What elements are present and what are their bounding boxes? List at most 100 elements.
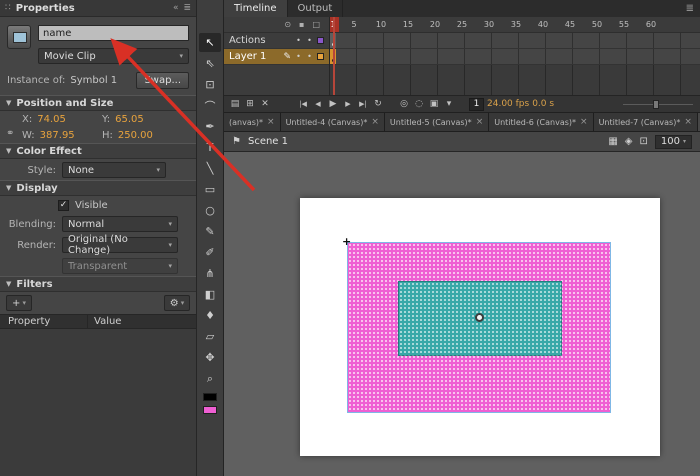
stroke-color-swatch[interactable] (203, 393, 217, 401)
properties-panel-titlebar[interactable]: ∷ Properties « ≣ (0, 0, 196, 17)
step-back-button[interactable]: ◀ (312, 100, 324, 108)
frames-row-layer1[interactable] (330, 49, 700, 65)
layer-color-chip[interactable] (317, 37, 324, 44)
filters-empty-list[interactable] (0, 329, 196, 476)
layer-lock-dot[interactable]: • (306, 52, 313, 61)
timeline-zoom-slider[interactable] (623, 100, 693, 109)
new-folder-button[interactable]: ⊞ (244, 99, 256, 109)
document-tab-untitled-7[interactable]: Untitled-7 (Canvas)* × (594, 113, 698, 131)
transformation-point[interactable] (475, 313, 484, 322)
stage-canvas[interactable]: + (300, 198, 660, 456)
panel-collapse-icon[interactable]: « (173, 3, 179, 13)
timeline-panel-menu-icon[interactable]: ≣ (686, 0, 700, 17)
layer-visible-dot[interactable]: • (295, 52, 302, 61)
symbol-type-dropdown[interactable]: Movie Clip ▾ (38, 48, 189, 64)
rectangle-tool[interactable]: ▭ (199, 180, 221, 199)
step-forward-button[interactable]: ▶ (342, 100, 354, 108)
close-icon[interactable]: × (371, 117, 379, 127)
document-tab-untitled-6[interactable]: Untitled-6 (Canvas)* × (489, 113, 593, 131)
play-button[interactable]: ▶ (327, 99, 339, 109)
layer-lock-dot[interactable]: • (306, 36, 313, 45)
frame-ruler[interactable]: 1 5 10 15 20 25 30 35 40 45 50 55 60 (330, 17, 700, 33)
tab-timeline[interactable]: Timeline (224, 0, 288, 17)
x-value[interactable]: 74.05 (37, 114, 66, 125)
free-transform-tool[interactable]: ⊡ (199, 75, 221, 94)
eraser-tool[interactable]: ▱ (199, 327, 221, 346)
frame-number: 30 (481, 20, 497, 29)
y-label: Y: (102, 114, 110, 125)
center-frame-icon[interactable]: ⊡ (640, 136, 648, 147)
pasteboard[interactable]: + (224, 152, 700, 476)
swap-button[interactable]: Swap... (136, 72, 189, 89)
layer-color-chip[interactable] (317, 53, 324, 60)
panel-menu-icon[interactable]: ≣ (183, 3, 191, 13)
brush-tool[interactable]: ✐ (199, 243, 221, 262)
tab-output[interactable]: Output (288, 0, 344, 17)
bone-tool[interactable]: ⋔ (199, 264, 221, 283)
instance-name-input[interactable] (38, 25, 189, 41)
selected-movieclip-outer-rectangle[interactable]: + (348, 243, 610, 412)
paint-bucket-tool[interactable]: ◧ (199, 285, 221, 304)
selection-tool[interactable]: ↖ (199, 33, 221, 52)
y-value[interactable]: 65.05 (115, 114, 144, 125)
hand-tool[interactable]: ✥ (199, 348, 221, 367)
visible-checkbox[interactable]: ✓ (58, 200, 69, 211)
playhead-line[interactable] (333, 17, 335, 95)
onion-skin-button[interactable]: ◎ (398, 99, 410, 109)
text-tool[interactable]: T (199, 138, 221, 157)
layer-row-actions[interactable]: Actions • • (224, 33, 329, 49)
stage-zoom-select[interactable]: 100 ▾ (655, 135, 692, 149)
edit-symbol-icon[interactable]: ◈ (625, 136, 633, 147)
filter-options-button[interactable]: ⚙ ▾ (164, 295, 190, 311)
eye-icon[interactable]: ⊙ (284, 20, 291, 29)
layer-visible-dot[interactable]: • (295, 36, 302, 45)
line-tool[interactable]: ╲ (199, 159, 221, 178)
frames-grid[interactable]: 1 5 10 15 20 25 30 35 40 45 50 55 60 (330, 17, 700, 95)
pen-tool[interactable]: ✒ (199, 117, 221, 136)
close-icon[interactable]: × (476, 117, 484, 127)
new-layer-button[interactable]: ▤ (229, 99, 241, 109)
style-dropdown[interactable]: None ▾ (62, 162, 166, 178)
scene-breadcrumb[interactable]: Scene 1 (248, 136, 288, 147)
subselection-tool[interactable]: ⇖ (199, 54, 221, 73)
go-to-first-frame-button[interactable]: |◀ (297, 100, 309, 108)
edit-multiple-frames-button[interactable]: ▣ (428, 99, 440, 109)
lasso-tool-icon: ⌒ (205, 98, 216, 114)
edit-scene-icon[interactable]: ▦ (608, 136, 617, 147)
selection-tool-icon: ↖ (205, 36, 214, 49)
section-position-size[interactable]: ▼ Position and Size (0, 95, 196, 111)
w-value[interactable]: 387.95 (40, 130, 75, 141)
eyedropper-tool[interactable]: ♦ (199, 306, 221, 325)
render-dropdown[interactable]: Original (No Change) ▾ (62, 237, 178, 253)
timeline-zoom-thumb[interactable] (653, 100, 659, 109)
document-tab-untitled-5[interactable]: Untitled-5 (Canvas)* × (385, 113, 489, 131)
frames-row-actions[interactable] (330, 33, 700, 49)
section-display[interactable]: ▼ Display (0, 180, 196, 196)
zoom-tool[interactable]: ⌕ (199, 369, 221, 388)
document-tab-untitled-4[interactable]: Untitled-4 (Canvas)* × (281, 113, 385, 131)
link-dimensions-icon[interactable]: ⚭ (6, 128, 14, 139)
section-filters[interactable]: ▼ Filters (0, 276, 196, 292)
fill-color-swatch[interactable] (203, 406, 217, 414)
blending-dropdown[interactable]: Normal ▾ (62, 216, 178, 232)
close-icon[interactable]: × (684, 117, 692, 127)
oval-tool[interactable]: ○ (199, 201, 221, 220)
document-tab-partial[interactable]: (anvas)* × (224, 113, 281, 131)
layer-row-layer1[interactable]: Layer 1 ✎ • • (224, 49, 329, 65)
h-value[interactable]: 250.00 (118, 130, 153, 141)
section-color-effect[interactable]: ▼ Color Effect (0, 143, 196, 159)
delete-layer-button[interactable]: ✕ (259, 99, 271, 109)
add-filter-button[interactable]: + ▾ (6, 295, 32, 311)
modify-markers-button[interactable]: ▾ (443, 99, 455, 109)
lock-icon[interactable]: ▪ (299, 20, 304, 29)
frames-empty-area[interactable] (330, 65, 700, 95)
close-icon[interactable]: × (267, 117, 275, 127)
onion-skin-outlines-button[interactable]: ◌ (413, 99, 425, 109)
frame-rate-value[interactable]: 24.00 fps (487, 99, 529, 109)
pencil-tool[interactable]: ✎ (199, 222, 221, 241)
outline-icon[interactable]: □ (312, 20, 320, 29)
loop-button[interactable]: ↻ (372, 99, 384, 109)
go-to-last-frame-button[interactable]: ▶| (357, 100, 369, 108)
lasso-tool[interactable]: ⌒ (199, 96, 221, 115)
close-icon[interactable]: × (580, 117, 588, 127)
